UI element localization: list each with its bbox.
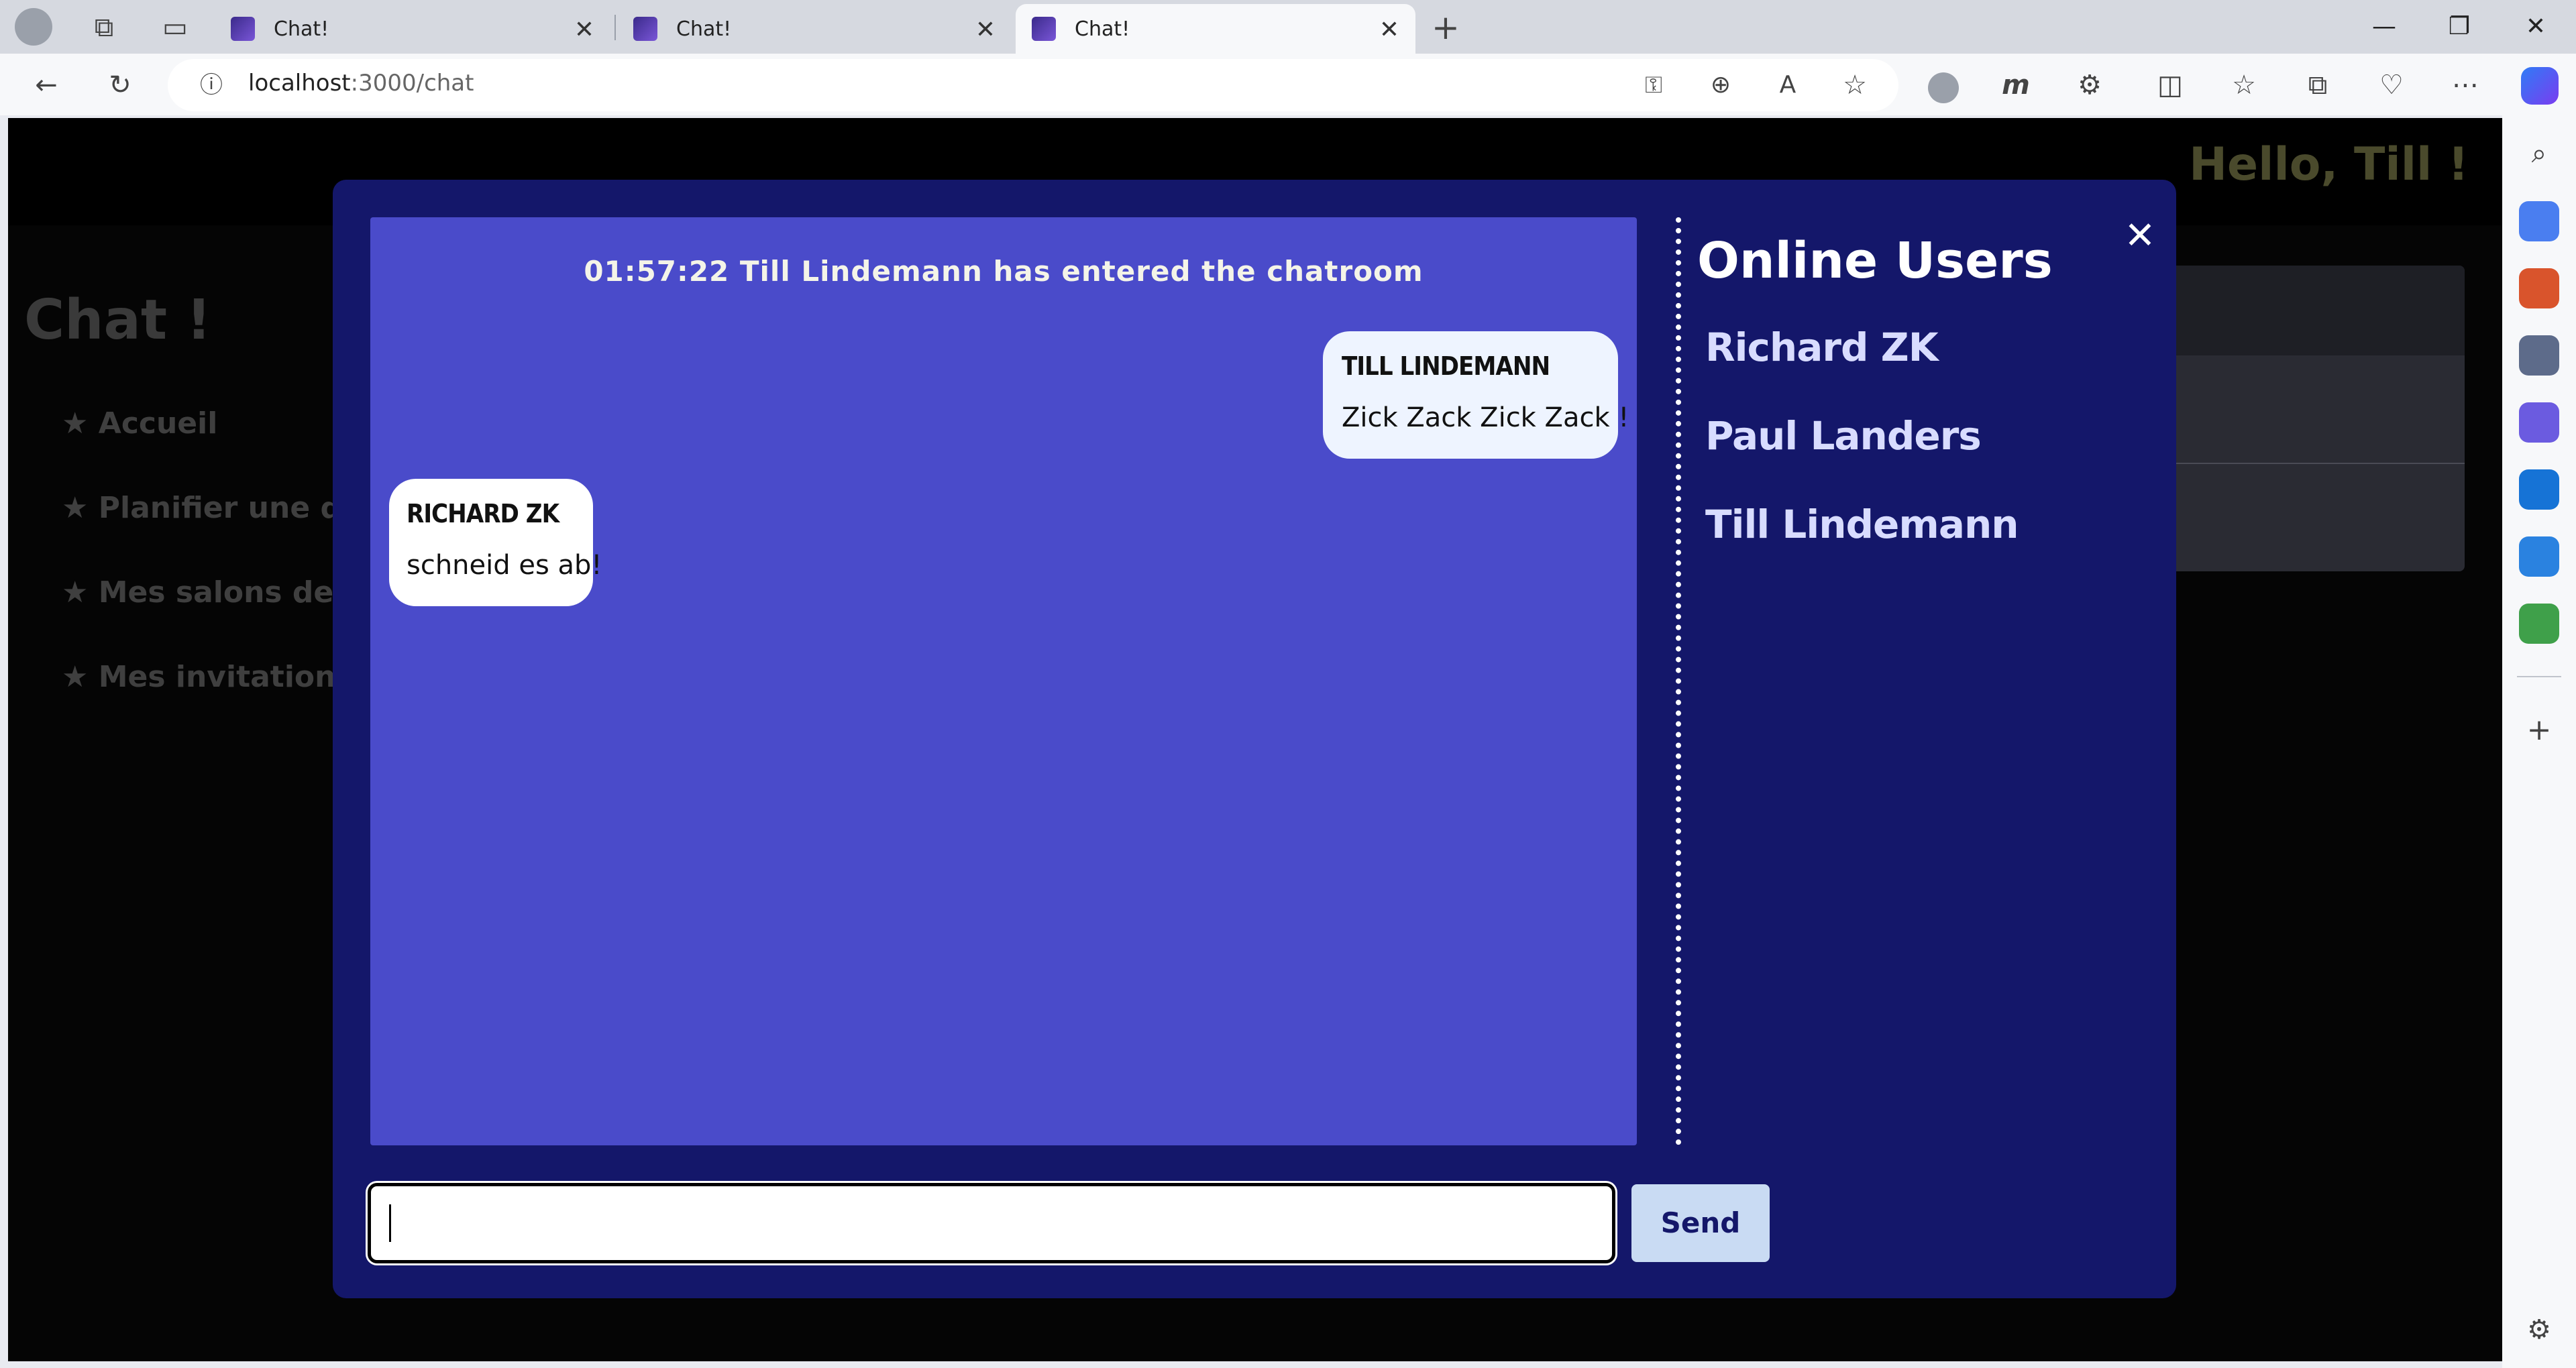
split-screen-icon[interactable]: ◫: [2147, 62, 2194, 109]
nav-item-accueil[interactable]: ★ Accueil: [62, 406, 217, 441]
tab-close-icon[interactable]: ✕: [574, 16, 594, 44]
tab-actions-icon[interactable]: ▭: [152, 4, 199, 51]
m-extension-icon[interactable]: m: [1992, 62, 2039, 109]
tab-close-icon[interactable]: ✕: [1379, 16, 1399, 44]
zoom-icon[interactable]: ⊕: [1697, 62, 1744, 109]
message-input[interactable]: [368, 1183, 1615, 1263]
chat-favicon-icon: [1032, 17, 1056, 41]
address-url[interactable]: localhost:3000/chat: [248, 70, 474, 97]
sidebar-divider: [2517, 676, 2561, 677]
restore-button[interactable]: ❐: [2432, 7, 2486, 47]
sidebar-add-icon[interactable]: +: [2516, 707, 2563, 754]
background-panel-header: [2167, 266, 2465, 355]
online-user: Richard ZK: [1705, 325, 1939, 370]
page-title: Chat !: [24, 288, 212, 352]
background-panel-divider: [2167, 463, 2465, 464]
collections-icon[interactable]: ⧉: [2294, 62, 2341, 109]
url-path: :3000/chat: [350, 70, 474, 97]
browser-essentials-icon[interactable]: ♡: [2368, 62, 2415, 109]
message-bubble-other: RICHARD ZK schneid es ab!: [389, 479, 602, 606]
url-host: localhost: [248, 70, 351, 97]
games-icon[interactable]: [2519, 335, 2559, 376]
window-close-button[interactable]: ✕: [2509, 7, 2563, 47]
text-caret: [389, 1204, 391, 1242]
tab-chat-1[interactable]: Chat! ✕: [215, 4, 610, 54]
tab-close-icon[interactable]: ✕: [975, 16, 996, 44]
refresh-icon[interactable]: ↻: [97, 62, 144, 109]
nav-item-planifier[interactable]: ★ Planifier une dis: [62, 491, 369, 525]
sidebar-settings-icon[interactable]: ⚙: [2516, 1306, 2563, 1353]
site-info-icon[interactable]: ⓘ: [188, 62, 235, 109]
system-message: 01:57:22 Till Lindemann has entered the …: [584, 255, 1424, 288]
nav-item-salons[interactable]: ★ Mes salons de d: [62, 575, 365, 610]
back-arrow-icon[interactable]: ←: [23, 62, 70, 109]
favorite-star-icon[interactable]: ☆: [1831, 62, 1878, 109]
tab-chat-active[interactable]: Chat! ✕: [1016, 4, 1415, 54]
tab-title: Chat!: [1075, 17, 1130, 41]
adblock-icon[interactable]: [1928, 72, 1959, 103]
outlook-icon[interactable]: [2519, 469, 2559, 510]
chat-favicon-icon: [633, 17, 657, 41]
users-divider: [1676, 217, 1681, 1145]
send-icon[interactable]: [2519, 536, 2559, 577]
profile-avatar[interactable]: [15, 8, 52, 46]
tab-title: Chat!: [676, 17, 732, 41]
nav-item-invitations[interactable]: ★ Mes invitations: [62, 660, 354, 694]
workspaces-icon[interactable]: ⧉: [80, 4, 127, 51]
message-author: TILL LINDEMANN: [1342, 351, 1550, 381]
extensions-puzzle-icon[interactable]: ⚙: [2066, 62, 2113, 109]
password-key-icon[interactable]: ⚿: [1630, 62, 1677, 109]
message-text: schneid es ab!: [407, 550, 602, 581]
tab-title: Chat!: [274, 17, 329, 41]
shopping-tag-icon[interactable]: [2519, 201, 2559, 241]
sidebar-search-icon[interactable]: ⌕: [2516, 130, 2563, 177]
copilot-icon[interactable]: [2521, 67, 2559, 105]
chat-favicon-icon: [231, 17, 255, 41]
online-user: Till Lindemann: [1705, 502, 2019, 547]
read-aloud-icon[interactable]: A: [1764, 62, 1811, 109]
microsoft365-icon[interactable]: [2519, 402, 2559, 443]
new-tab-button[interactable]: +: [1422, 4, 1469, 51]
message-text: Zick Zack Zick Zack !: [1342, 402, 1629, 433]
modal-close-button[interactable]: ✕: [2113, 209, 2167, 263]
tab-chat-2[interactable]: Chat! ✕: [617, 4, 1012, 54]
online-user: Paul Landers: [1705, 413, 1982, 459]
tree-icon[interactable]: [2519, 604, 2559, 644]
minimize-button[interactable]: —: [2357, 7, 2411, 47]
message-bubble-mine: TILL LINDEMANN Zick Zack Zick Zack !: [1323, 331, 1629, 459]
send-button[interactable]: Send: [1631, 1184, 1770, 1262]
tab-separator: [614, 15, 616, 40]
online-users-title: Online Users: [1697, 232, 2053, 290]
message-author: RICHARD ZK: [407, 499, 559, 528]
greeting: Hello, Till !: [2189, 138, 2469, 191]
favorites-list-icon[interactable]: ☆: [2220, 62, 2267, 109]
more-options-icon[interactable]: ⋯: [2442, 62, 2489, 109]
tools-icon[interactable]: [2519, 268, 2559, 308]
